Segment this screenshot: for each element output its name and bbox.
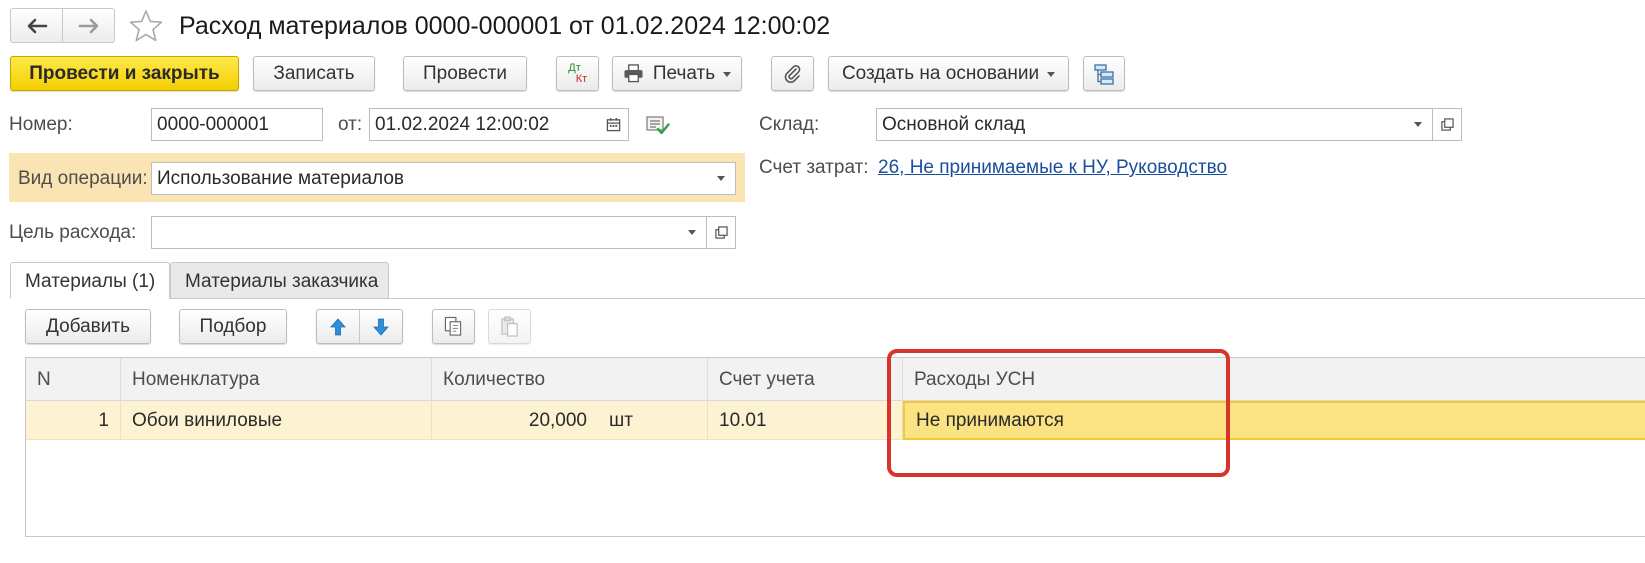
create-based-on-button[interactable]: Создать на основании xyxy=(828,56,1069,91)
chevron-down-icon xyxy=(1047,72,1056,77)
operation-type-field[interactable]: Использование материалов xyxy=(151,162,707,195)
paperclip-icon xyxy=(784,64,800,83)
save-button[interactable]: Записать xyxy=(253,56,375,91)
tab-customer-materials[interactable]: Материалы заказчика xyxy=(170,262,389,299)
move-down-button[interactable] xyxy=(360,310,402,343)
move-up-button[interactable] xyxy=(317,310,360,343)
copy-button[interactable] xyxy=(432,309,475,344)
cell-quantity[interactable]: 20,000 xyxy=(432,401,598,440)
column-header-account[interactable]: Счет учета xyxy=(708,358,903,401)
calendar-icon xyxy=(606,117,621,132)
kt-icon-label: Кт xyxy=(575,72,588,85)
open-form-icon xyxy=(714,226,728,239)
cost-account-label: Счет затрат: xyxy=(759,157,869,178)
tab-materials[interactable]: Материалы (1) xyxy=(10,262,170,299)
warehouse-open-button[interactable] xyxy=(1433,108,1462,141)
cell-item[interactable]: Обои виниловые xyxy=(121,401,432,440)
table-row[interactable]: 1 Обои виниловые 20,000 шт 10.01 Не прин… xyxy=(26,401,1645,440)
date-field[interactable]: 01.02.2024 12:00:02 xyxy=(369,108,600,141)
column-header-quantity[interactable]: Количество xyxy=(432,358,708,401)
annotation-highlight-frame xyxy=(887,349,1230,477)
forward-button[interactable] xyxy=(62,9,114,42)
print-button[interactable]: Печать xyxy=(612,56,742,91)
number-label: Номер: xyxy=(9,114,73,135)
copy-icon xyxy=(444,316,462,336)
printer-icon xyxy=(624,64,643,83)
paste-icon xyxy=(501,316,518,337)
open-form-icon xyxy=(1440,118,1454,131)
chevron-down-icon xyxy=(723,72,732,77)
cost-account-link[interactable]: 26, Не принимаемые к НУ, Руководство xyxy=(878,151,1227,184)
structure-button[interactable] xyxy=(1083,56,1125,91)
cell-account[interactable]: 10.01 xyxy=(708,401,903,440)
post-button[interactable]: Провести xyxy=(403,56,527,91)
chevron-down-icon xyxy=(687,230,696,235)
number-field[interactable]: 0000-000001 xyxy=(151,108,323,141)
cell-n[interactable]: 1 xyxy=(26,401,121,440)
post-and-close-button[interactable]: Провести и закрыть xyxy=(10,56,239,91)
dt-icon-label: Дт xyxy=(568,61,581,74)
purpose-open-button[interactable] xyxy=(707,216,736,249)
date-label: от: xyxy=(338,114,363,135)
add-button[interactable]: Добавить xyxy=(25,309,151,344)
attach-button[interactable] xyxy=(771,56,814,91)
dt-kt-button[interactable]: Дт Кт xyxy=(556,56,599,91)
document-posted-icon xyxy=(646,116,670,135)
print-button-label: Печать xyxy=(652,62,716,84)
warehouse-label: Склад: xyxy=(759,114,820,135)
page-title: Расход материалов 0000-000001 от 01.02.2… xyxy=(179,12,831,40)
operation-type-label: Вид операции: xyxy=(18,168,148,189)
chevron-down-icon xyxy=(716,176,725,181)
warehouse-dropdown-button[interactable] xyxy=(1403,108,1433,141)
arrow-left-icon xyxy=(27,18,47,33)
calendar-button[interactable] xyxy=(599,108,629,141)
purpose-label: Цель расхода: xyxy=(9,222,137,243)
arrow-right-icon xyxy=(78,18,98,33)
materials-table: N Номенклатура Количество Счет учета Рас… xyxy=(25,357,1645,537)
hierarchy-icon xyxy=(1094,63,1114,85)
chevron-down-icon xyxy=(1413,122,1422,127)
history-nav xyxy=(10,8,115,43)
back-button[interactable] xyxy=(11,9,62,42)
column-header-item[interactable]: Номенклатура xyxy=(121,358,432,401)
table-header: N Номенклатура Количество Счет учета Рас… xyxy=(26,358,1645,401)
select-button[interactable]: Подбор xyxy=(179,309,287,344)
warehouse-field[interactable]: Основной склад xyxy=(876,108,1404,141)
cell-unit[interactable]: шт xyxy=(598,401,708,440)
favorite-star-icon[interactable] xyxy=(128,8,164,44)
arrow-down-icon xyxy=(373,318,389,336)
column-header-n[interactable]: N xyxy=(26,358,121,401)
paste-button[interactable] xyxy=(488,309,531,344)
purpose-field[interactable] xyxy=(151,216,678,249)
arrow-up-icon xyxy=(330,317,346,335)
move-buttons-group xyxy=(316,309,403,344)
create-based-on-label: Создать на основании xyxy=(841,62,1040,84)
operation-type-dropdown-button[interactable] xyxy=(706,162,736,195)
purpose-dropdown-button[interactable] xyxy=(677,216,707,249)
